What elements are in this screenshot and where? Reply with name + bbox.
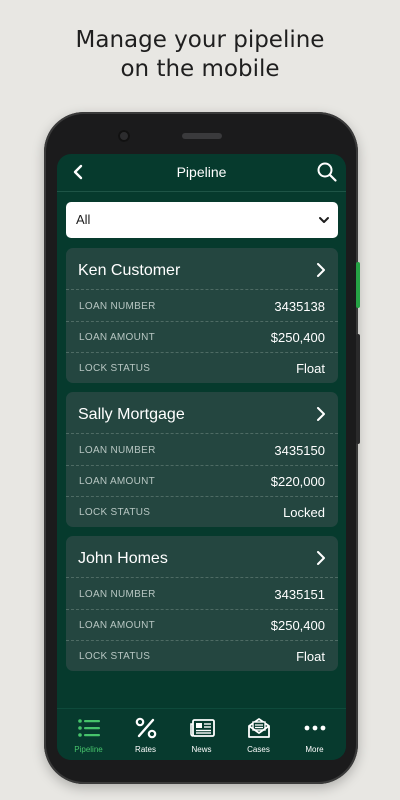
loan-card-header: John Homes [66,536,338,578]
volume-button [356,334,360,444]
search-icon [317,162,337,182]
app-screen: Pipeline All Ken Customer LOAN NUMBER 34… [57,154,346,760]
front-camera [118,130,130,142]
tab-label: Cases [247,745,270,754]
tab-cases[interactable]: Cases [230,709,287,760]
loan-number-value: 3435138 [274,299,325,314]
borrower-name: John Homes [78,550,168,567]
chevron-right-icon [317,551,325,565]
app-bar: Pipeline [57,154,346,192]
loan-card-header: Ken Customer [66,248,338,290]
loan-amount-label: LOAN AMOUNT [79,332,156,343]
percent-icon [135,717,157,739]
loan-amount-value: $220,000 [270,474,325,489]
lock-status-label: LOCK STATUS [79,363,151,374]
loan-card[interactable]: Ken Customer LOAN NUMBER 3435138 LOAN AM… [66,248,338,383]
tab-label: More [305,745,324,754]
lock-status-value: Locked [283,505,325,520]
chevron-right-icon [317,407,325,421]
loan-card[interactable]: John Homes LOAN NUMBER 3435151 LOAN AMOU… [66,536,338,671]
loan-number-value: 3435150 [274,443,325,458]
loan-amount-row: LOAN AMOUNT $220,000 [66,466,338,497]
filter-selected-value: All [76,212,91,227]
loan-number-row: LOAN NUMBER 3435151 [66,579,338,610]
headline-line-1: Manage your pipeline [75,27,325,53]
promo-headline: Manage your pipeline on the mobile [0,26,400,84]
loan-number-value: 3435151 [274,587,325,602]
borrower-name: Sally Mortgage [78,406,185,423]
tab-pipeline[interactable]: Pipeline [60,709,117,760]
tab-label: Rates [135,745,156,754]
loan-card[interactable]: Sally Mortgage LOAN NUMBER 3435150 LOAN … [66,392,338,527]
loan-amount-row: LOAN AMOUNT $250,400 [66,322,338,353]
tab-rates[interactable]: Rates [117,709,174,760]
lock-status-label: LOCK STATUS [79,507,151,518]
loan-amount-label: LOAN AMOUNT [79,620,156,631]
bottom-tab-bar: Pipeline Rates News Cases More [57,708,346,760]
lock-status-row: LOCK STATUS Locked [66,497,338,527]
loan-amount-value: $250,400 [270,618,325,633]
chevron-right-icon [317,263,325,277]
tab-label: Pipeline [74,745,103,754]
search-button[interactable] [316,161,338,183]
list-icon [78,719,100,737]
loan-amount-value: $250,400 [270,330,325,345]
tab-more[interactable]: More [286,709,343,760]
loan-number-label: LOAN NUMBER [79,589,156,600]
lock-status-row: LOCK STATUS Float [66,353,338,383]
lock-status-value: Float [296,649,325,664]
loan-number-label: LOAN NUMBER [79,301,156,312]
loan-amount-row: LOAN AMOUNT $250,400 [66,610,338,641]
lock-status-label: LOCK STATUS [79,651,151,662]
status-filter-dropdown[interactable]: All [66,202,338,238]
loan-number-row: LOAN NUMBER 3435138 [66,291,338,322]
envelope-icon [248,718,270,738]
loan-number-row: LOAN NUMBER 3435150 [66,435,338,466]
chevron-down-icon [319,217,329,223]
borrower-name: Ken Customer [78,262,181,279]
page-title: Pipeline [176,164,227,180]
tab-news[interactable]: News [173,709,230,760]
loan-amount-label: LOAN AMOUNT [79,476,156,487]
newspaper-icon [190,719,215,737]
power-button [356,262,360,308]
headline-line-2: on the mobile [120,56,280,82]
loan-card-header: Sally Mortgage [66,392,338,434]
loan-number-label: LOAN NUMBER [79,445,156,456]
lock-status-value: Float [296,361,325,376]
more-dots-icon [304,725,326,731]
tab-label: News [191,745,212,754]
earpiece-speaker [182,133,222,139]
lock-status-row: LOCK STATUS Float [66,641,338,671]
